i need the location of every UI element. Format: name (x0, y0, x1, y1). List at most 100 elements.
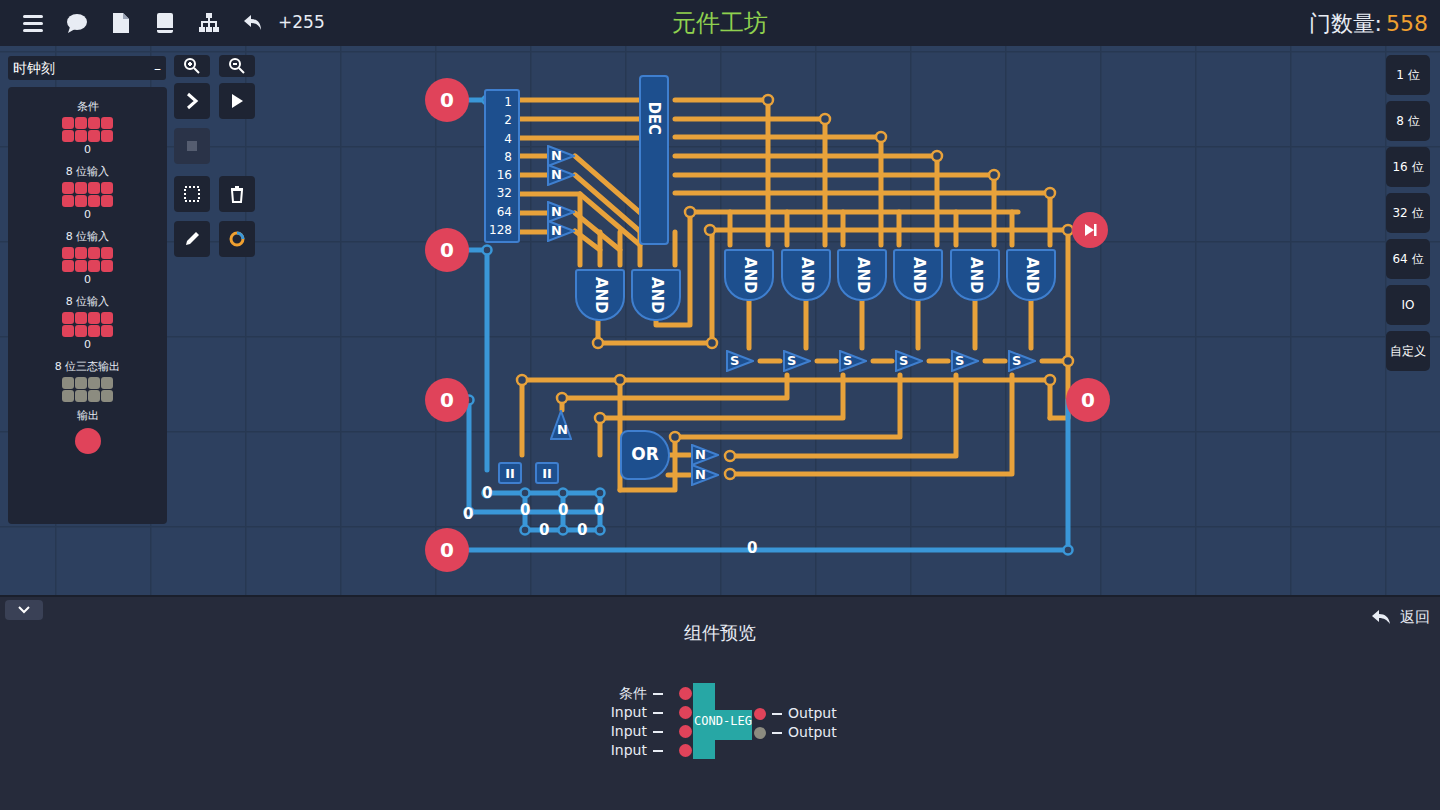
component-label: 8 位输入 (66, 164, 110, 180)
gate-label: AND (907, 257, 930, 294)
port-label: Output (788, 703, 837, 724)
bit-cell (88, 182, 100, 194)
not-gate: N (547, 145, 575, 167)
output-pin[interactable]: 0 (1066, 378, 1110, 422)
wire-value: 0 (577, 523, 587, 538)
and-gate: AND (893, 249, 943, 301)
select-button[interactable] (174, 176, 210, 212)
input-port: Input (611, 702, 692, 723)
back-button[interactable]: 返回 (1370, 606, 1430, 629)
component-item[interactable]: 8 位输入0 (8, 229, 167, 288)
clock-pin[interactable] (1072, 212, 1108, 248)
collapse-button[interactable]: – (154, 58, 161, 79)
bit-cell (101, 325, 113, 337)
gate-label: DEC (643, 101, 666, 135)
gate-label: N (557, 423, 568, 436)
bit-width-button[interactable]: IO (1386, 285, 1430, 325)
and-gate: AND (837, 249, 887, 301)
bit-cell (75, 117, 87, 129)
component-item[interactable]: 8 位输入0 (8, 294, 167, 353)
component-icon (62, 312, 113, 337)
switch-gate: S (1008, 350, 1036, 372)
zoom-out-button[interactable] (219, 55, 255, 77)
bit-cell (62, 390, 74, 402)
bit-cell (62, 130, 74, 142)
zoom-in-button[interactable] (174, 55, 210, 77)
port-label: Input (611, 702, 647, 723)
pin-value: 0 (440, 385, 454, 415)
undo-icon (242, 12, 264, 34)
wire-layer (0, 46, 1440, 595)
component-item[interactable]: 条件0 (8, 99, 167, 158)
bit-cell (88, 260, 100, 272)
port-label: Input (611, 740, 647, 761)
bit-cell (101, 182, 113, 194)
file-icon (110, 12, 132, 34)
component-count: 0 (84, 207, 91, 223)
color-button[interactable] (219, 221, 255, 257)
not-gate: N (550, 410, 572, 440)
switch-gate: S (895, 350, 923, 372)
tick-dropdown[interactable]: 时钟刻 – (8, 56, 166, 80)
component-item[interactable]: 8 位输入 0 (8, 164, 167, 223)
gate-label: AND (964, 257, 987, 294)
gate-label: S (899, 354, 908, 367)
wire-value: 0 (747, 541, 757, 556)
bit-cell (62, 325, 74, 337)
component-item[interactable]: 8 位三态输出 (8, 359, 167, 402)
component-item[interactable]: 输出 (8, 408, 167, 454)
bit-width-button[interactable]: 64 位 (1386, 239, 1430, 279)
or-gate: OR (620, 430, 670, 480)
dropdown-value: 时钟刻 (13, 58, 55, 79)
component-panel: 条件08 位输入08 位输入08 位输入08 位三态输出输出 (8, 87, 167, 524)
component-count: 0 (84, 272, 91, 288)
bit-cell (88, 377, 100, 389)
bit-width-button[interactable]: 1 位 (1386, 55, 1430, 95)
collapse-preview-button[interactable] (5, 600, 43, 620)
bit-cell (88, 325, 100, 337)
gate-label: AND (645, 277, 668, 314)
bit-label: 8 (504, 149, 512, 165)
component-icon (62, 377, 113, 402)
preview-panel: 组件预览返回COND-LEG条件InputInputInputOutputOut… (0, 595, 1440, 810)
port-line (772, 732, 782, 734)
output-port: Output (754, 703, 837, 724)
delete-icon (228, 185, 246, 203)
bit-cell (101, 130, 113, 142)
bit-label: 32 (497, 185, 512, 201)
undo-count: +255 (278, 10, 325, 36)
output-icon (75, 428, 101, 454)
bit-width-button[interactable]: 32 位 (1386, 193, 1430, 233)
bit-cell (88, 312, 100, 324)
bit-label: 16 (497, 167, 512, 183)
step-icon (183, 92, 201, 110)
bit-width-button[interactable]: 8 位 (1386, 101, 1430, 141)
gate-label: AND (1020, 257, 1043, 294)
stop-button[interactable] (174, 128, 210, 164)
input-pin[interactable]: 0 (425, 378, 469, 422)
delay-gate: II (498, 462, 522, 484)
port-label: Output (788, 722, 837, 743)
play-icon (1082, 222, 1098, 238)
bit-width-button[interactable]: 自定义 (1386, 331, 1430, 371)
component-count: 0 (84, 337, 91, 353)
bit-cell (75, 312, 87, 324)
component-icon (62, 117, 113, 142)
port-line (653, 731, 663, 733)
bit-cell (62, 182, 74, 194)
bit-width-button[interactable]: 16 位 (1386, 147, 1430, 187)
bit-cell (62, 260, 74, 272)
gate-label: OR (631, 442, 659, 468)
bit-cell (101, 117, 113, 129)
input-pin[interactable]: 0 (425, 228, 469, 272)
input-pin[interactable]: 0 (425, 78, 469, 122)
switch-gate: S (783, 350, 811, 372)
step-button[interactable] (174, 83, 210, 119)
input-pin[interactable]: 0 (425, 528, 469, 572)
run-button[interactable] (219, 83, 255, 119)
component-icon (62, 247, 113, 272)
pencil-button[interactable] (174, 221, 210, 257)
switch-gate: S (839, 350, 867, 372)
delete-button[interactable] (219, 176, 255, 212)
circuit-canvas[interactable]: 000001248163264128DECNNNNANDANDANDANDAND… (0, 46, 1440, 595)
